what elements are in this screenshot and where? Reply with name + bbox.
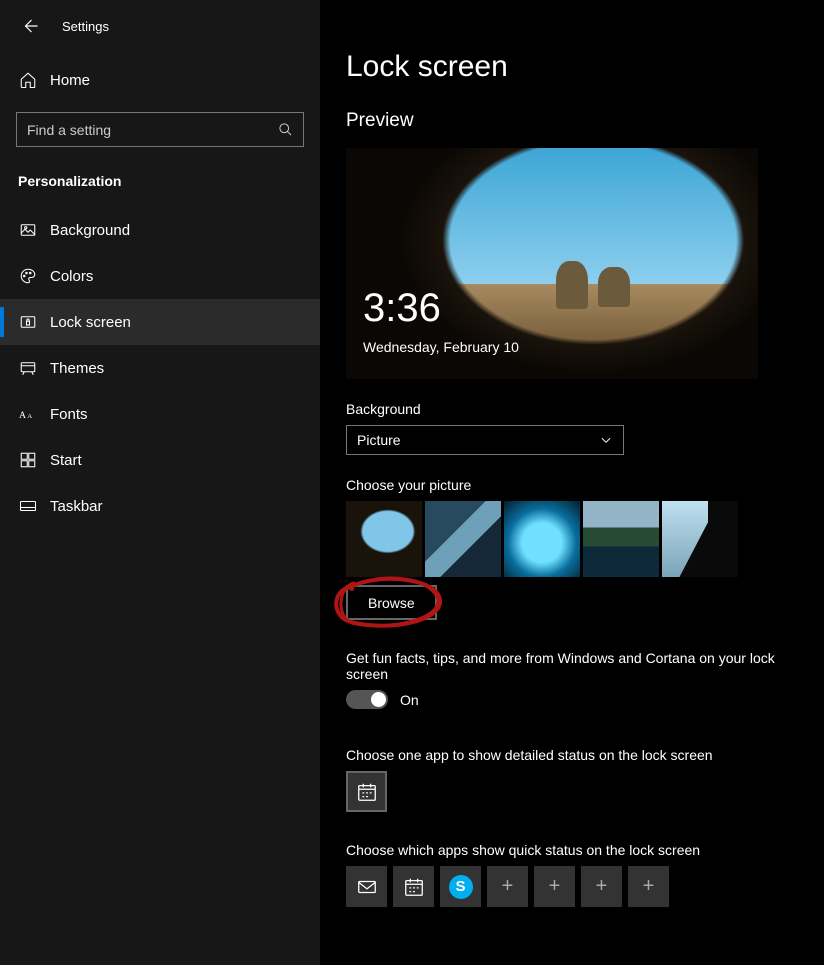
background-label: Background [346,401,784,417]
nav-item-label: Taskbar [50,498,103,515]
detailed-status-label: Choose one app to show detailed status o… [346,747,784,763]
search-input[interactable]: Find a setting [16,112,304,147]
back-button[interactable] [20,16,40,36]
nav-item-colors[interactable]: Colors [0,253,320,299]
browse-label: Browse [368,595,415,611]
picture-thumbnail[interactable] [583,501,659,577]
themes-icon [18,359,38,377]
lock-screen-icon [18,313,38,331]
picture-thumbnail[interactable] [504,501,580,577]
quick-status-label: Choose which apps show quick status on t… [346,842,784,858]
category-heading: Personalization [18,173,320,189]
home-label: Home [50,72,90,89]
mail-icon [356,876,378,898]
nav-item-lock-screen[interactable]: Lock screen [0,299,320,345]
quick-status-slot-calendar[interactable] [393,866,434,907]
nav-item-label: Fonts [50,406,88,423]
title-bar: Settings [0,6,320,46]
fonts-icon: AA [18,407,38,421]
quick-status-tiles: S + + + + [346,866,784,907]
preview-date: Wednesday, February 10 [363,339,519,355]
detailed-status-app-button[interactable] [346,771,387,812]
picture-thumbnail[interactable] [662,501,738,577]
calendar-icon [403,876,425,898]
skype-icon: S [449,875,473,899]
sidebar: Settings Home Find a setting Personaliza… [0,0,320,965]
quick-status-slot-mail[interactable] [346,866,387,907]
background-select-value: Picture [357,432,401,448]
start-icon [18,451,38,469]
nav-item-fonts[interactable]: AA Fonts [0,391,320,437]
nav-item-taskbar[interactable]: Taskbar [0,483,320,529]
quick-status-slot-add[interactable]: + [581,866,622,907]
search-icon [278,122,293,137]
picture-thumbnail[interactable] [425,501,501,577]
quick-status-slot-add[interactable]: + [487,866,528,907]
plus-icon: + [643,875,655,898]
taskbar-icon [18,497,38,515]
fun-facts-state: On [400,692,419,708]
quick-status-slot-add[interactable]: + [534,866,575,907]
page-title: Lock screen [346,50,784,84]
settings-window: Settings Home Find a setting Personaliza… [0,0,824,965]
browse-button[interactable]: Browse [346,585,437,620]
nav-item-label: Colors [50,268,93,285]
svg-text:A: A [19,410,26,421]
back-arrow-icon [21,17,39,35]
fun-facts-toggle[interactable] [346,690,388,709]
preview-time: 3:36 [363,286,441,331]
home-button[interactable]: Home [0,58,320,102]
picture-thumbnails [346,501,784,577]
plus-icon: + [502,875,514,898]
background-select[interactable]: Picture [346,425,624,455]
colors-icon [18,267,38,285]
nav-item-label: Background [50,222,130,239]
quick-status-slot-skype[interactable]: S [440,866,481,907]
nav-item-label: Themes [50,360,104,377]
quick-status-slot-add[interactable]: + [628,866,669,907]
nav-item-start[interactable]: Start [0,437,320,483]
preview-heading: Preview [346,110,784,132]
nav-item-background[interactable]: Background [0,207,320,253]
content-pane: Lock screen Preview 3:36 Wednesday, Febr… [320,0,824,965]
search-placeholder: Find a setting [27,122,111,138]
app-title: Settings [62,19,109,34]
nav-item-themes[interactable]: Themes [0,345,320,391]
home-icon [18,71,38,89]
calendar-icon [356,781,378,803]
nav-item-label: Start [50,452,82,469]
background-icon [18,221,38,239]
plus-icon: + [549,875,561,898]
plus-icon: + [596,875,608,898]
nav-item-label: Lock screen [50,314,131,331]
svg-text:A: A [27,413,32,420]
choose-picture-label: Choose your picture [346,477,784,493]
picture-thumbnail[interactable] [346,501,422,577]
chevron-down-icon [599,433,613,447]
nav-list: Background Colors Lock screen Themes AA Fonts… [0,207,320,529]
lockscreen-preview: 3:36 Wednesday, February 10 [346,148,758,379]
fun-facts-label: Get fun facts, tips, and more from Windo… [346,650,784,682]
